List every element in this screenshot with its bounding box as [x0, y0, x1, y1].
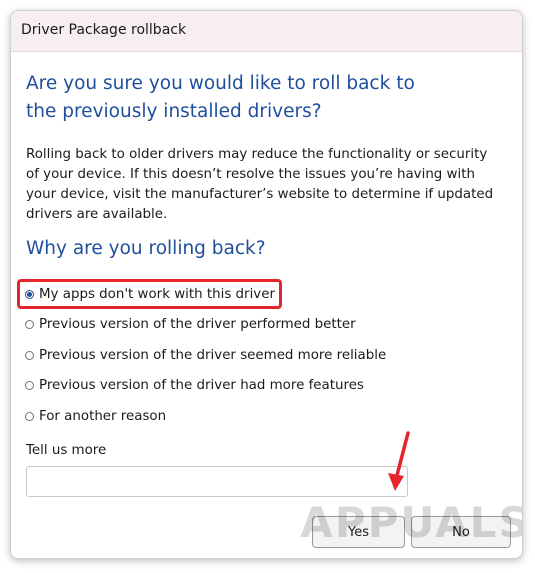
reason-option-more-reliable[interactable]: Previous version of the driver seemed mo… [25, 344, 386, 366]
rollback-dialog: Driver Package rollback Are you sure you… [10, 10, 523, 559]
reason-label: Previous version of the driver had more … [39, 377, 364, 393]
radio-button[interactable] [25, 411, 34, 421]
red-arrow-annotation-icon [388, 431, 410, 491]
radio-button[interactable] [25, 380, 34, 390]
tell-us-more-input[interactable] [26, 466, 408, 497]
reason-option-another-reason[interactable]: For another reason [25, 405, 166, 427]
window-title: Driver Package rollback [21, 22, 187, 38]
reason-label: My apps don't work with this driver [39, 286, 275, 302]
reason-option-performed-better[interactable]: Previous version of the driver performed… [25, 313, 356, 335]
reasons-heading: Why are you rolling back? [26, 238, 266, 259]
yes-button[interactable]: Yes [312, 516, 405, 548]
tell-us-more-label: Tell us more [26, 443, 107, 458]
confirm-heading: Are you sure you would like to roll back… [26, 73, 415, 122]
title-bar: Driver Package rollback [11, 11, 522, 52]
reason-label: Previous version of the driver seemed mo… [39, 347, 387, 363]
reason-option-apps-dont-work[interactable]: My apps don't work with this driver [25, 283, 275, 305]
radio-button[interactable] [25, 319, 34, 329]
radio-button-checked[interactable] [25, 289, 34, 299]
no-button[interactable]: No [411, 516, 511, 548]
reason-option-more-features[interactable]: Previous version of the driver had more … [25, 374, 364, 396]
radio-button[interactable] [25, 350, 34, 360]
reason-label: For another reason [39, 408, 167, 424]
reason-label: Previous version of the driver performed… [39, 316, 356, 332]
description-text: Rolling back to older drivers may reduce… [26, 147, 494, 222]
